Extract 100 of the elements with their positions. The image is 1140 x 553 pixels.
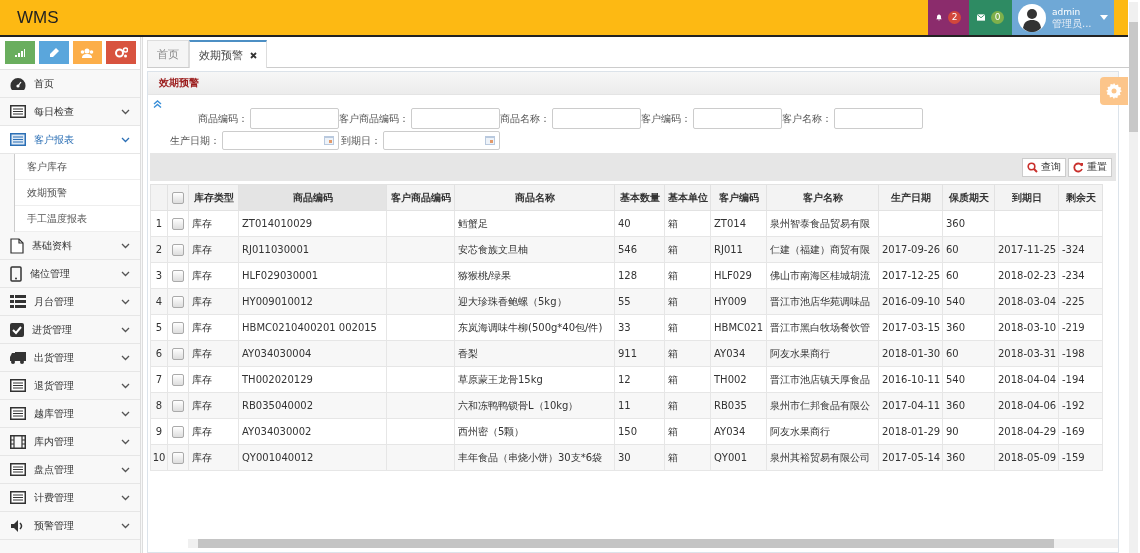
calendar-icon[interactable] bbox=[485, 136, 495, 145]
table-cell: 香梨 bbox=[454, 340, 615, 367]
table-cell: 2018-03-10 bbox=[994, 314, 1059, 341]
row-checkbox[interactable] bbox=[172, 295, 184, 308]
table-cell bbox=[1058, 210, 1103, 237]
row-checkbox[interactable] bbox=[172, 451, 184, 464]
search-button[interactable]: 查询 bbox=[1022, 157, 1066, 177]
row-number: 4 bbox=[150, 288, 168, 315]
date-field[interactable] bbox=[383, 131, 500, 150]
horizontal-scrollbar[interactable] bbox=[188, 539, 1118, 548]
input-field[interactable] bbox=[834, 108, 923, 129]
close-icon[interactable] bbox=[250, 51, 257, 59]
list-window-icon bbox=[10, 105, 26, 118]
chevron-icon bbox=[121, 270, 130, 277]
row-number: 6 bbox=[150, 340, 168, 367]
table-cell: 360 bbox=[942, 314, 995, 341]
column-header[interactable]: 商品编码 bbox=[238, 184, 387, 211]
vertical-scrollbar[interactable] bbox=[1129, 2, 1138, 553]
table-cell: AY034 bbox=[710, 418, 767, 445]
table-cell: 150 bbox=[614, 418, 665, 445]
table-cell: 库存 bbox=[188, 314, 239, 341]
envelope-icon bbox=[977, 12, 985, 23]
table-cell: TH002020129 bbox=[238, 366, 387, 393]
column-header[interactable]: 商品名称 bbox=[454, 184, 615, 211]
table-cell bbox=[386, 444, 455, 471]
sidebar-subitem[interactable]: 客户库存 bbox=[15, 154, 140, 180]
column-header[interactable]: 生产日期 bbox=[878, 184, 943, 211]
table-cell bbox=[994, 210, 1059, 237]
settings-float-button[interactable] bbox=[1100, 77, 1128, 105]
table-cell: HY009010012 bbox=[238, 288, 387, 315]
input-field[interactable] bbox=[552, 108, 641, 129]
row-checkbox[interactable] bbox=[172, 373, 184, 386]
row-checkbox[interactable] bbox=[172, 321, 184, 334]
table-cell: HBMC021 bbox=[710, 314, 767, 341]
table-cell: 箱 bbox=[664, 366, 711, 393]
chevron-icon bbox=[121, 136, 130, 143]
table-cell: 2018-02-23 bbox=[994, 262, 1059, 289]
column-header[interactable]: 基本单位 bbox=[664, 184, 711, 211]
chevron-icon bbox=[121, 382, 130, 389]
calendar-icon[interactable] bbox=[324, 136, 334, 145]
select-all-checkbox[interactable] bbox=[172, 191, 184, 204]
table-cell: 阿友水果商行 bbox=[766, 340, 879, 367]
settings-button[interactable] bbox=[106, 41, 136, 64]
edit-button[interactable] bbox=[38, 41, 69, 64]
field-label: 客户商品编码： bbox=[339, 111, 409, 126]
column-header[interactable]: 库存类型 bbox=[188, 184, 239, 211]
tab[interactable]: 效期预警 bbox=[189, 40, 267, 68]
row-number: 10 bbox=[150, 444, 168, 471]
chevron-icon bbox=[121, 410, 130, 417]
column-header[interactable]: 客户商品编码 bbox=[386, 184, 455, 211]
truck-icon bbox=[10, 351, 26, 364]
row-checkbox[interactable] bbox=[172, 399, 184, 412]
table-cell: AY034030002 bbox=[238, 418, 387, 445]
list-window-icon bbox=[10, 407, 26, 420]
users-button[interactable] bbox=[72, 41, 103, 64]
table-cell: RB035040002 bbox=[238, 392, 387, 419]
row-checkbox[interactable] bbox=[172, 347, 184, 360]
input-field[interactable] bbox=[250, 108, 339, 129]
table-cell: 60 bbox=[942, 262, 995, 289]
table-cell bbox=[386, 392, 455, 419]
collapse-icon[interactable] bbox=[153, 100, 162, 108]
tab[interactable]: 首页 bbox=[147, 40, 189, 67]
column-header[interactable]: 到期日 bbox=[994, 184, 1059, 211]
table-cell: ZT014 bbox=[710, 210, 767, 237]
row-checkbox[interactable] bbox=[172, 217, 184, 230]
row-checkbox[interactable] bbox=[172, 269, 184, 282]
caret-icon bbox=[1100, 15, 1108, 20]
table-cell: 360 bbox=[942, 210, 995, 237]
input-field[interactable] bbox=[411, 108, 500, 129]
table-cell: 33 bbox=[614, 314, 665, 341]
field-label: 生产日期： bbox=[170, 133, 220, 148]
field-label: 商品编码： bbox=[198, 111, 248, 126]
column-header[interactable]: 剩余天 bbox=[1058, 184, 1103, 211]
row-checkbox[interactable] bbox=[172, 243, 184, 256]
reset-button[interactable]: 重置 bbox=[1068, 157, 1112, 177]
table-cell: 箱 bbox=[664, 314, 711, 341]
row-number: 1 bbox=[150, 210, 168, 237]
app-logo: WMS bbox=[16, 7, 59, 28]
sidebar-subitem[interactable]: 效期预警 bbox=[15, 180, 140, 206]
column-header[interactable]: 保质期天 bbox=[942, 184, 995, 211]
stats-button[interactable] bbox=[5, 41, 35, 64]
table-cell: -234 bbox=[1058, 262, 1103, 289]
table-cell: 迎大珍珠香鲍螺（5kg） bbox=[454, 288, 615, 315]
notification-count: 2 bbox=[948, 11, 961, 24]
date-field[interactable] bbox=[222, 131, 339, 150]
table-cell: 仁建（福建）商贸有限 bbox=[766, 236, 879, 263]
row-checkbox[interactable] bbox=[172, 425, 184, 438]
row-number: 5 bbox=[150, 314, 168, 341]
sidebar-item[interactable]: 客户报表 bbox=[0, 126, 140, 154]
table-cell: 40 bbox=[614, 210, 665, 237]
column-header[interactable]: 基本数量 bbox=[614, 184, 665, 211]
table-cell: -194 bbox=[1058, 366, 1103, 393]
notifications-button[interactable]: 2 bbox=[928, 0, 969, 35]
table-cell: 泉州智泰食品贸易有限 bbox=[766, 210, 879, 237]
input-field[interactable] bbox=[693, 108, 782, 129]
column-header[interactable]: 客户编码 bbox=[710, 184, 767, 211]
column-header[interactable]: 客户名称 bbox=[766, 184, 879, 211]
table-cell bbox=[386, 314, 455, 341]
table-cell: 箱 bbox=[664, 210, 711, 237]
table-cell: 箱 bbox=[664, 262, 711, 289]
